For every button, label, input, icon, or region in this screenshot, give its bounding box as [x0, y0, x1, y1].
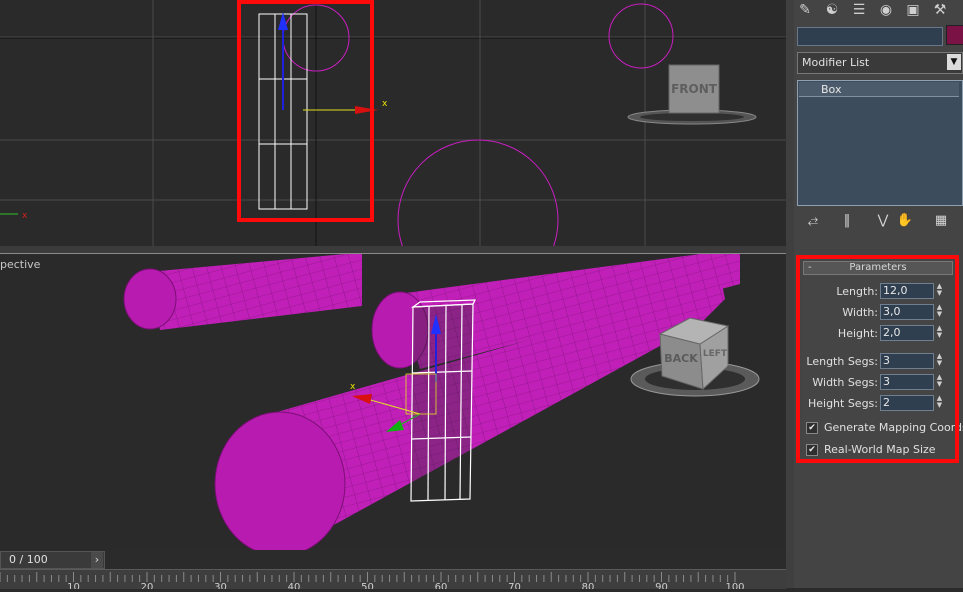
configure-sets-icon[interactable]: ▦	[932, 212, 950, 230]
utilities-icon[interactable]: ⚒	[929, 0, 951, 20]
remove-modifier-icon[interactable]: ✋	[896, 212, 914, 230]
pin-stack-icon[interactable]: ⥄	[804, 212, 822, 230]
display-icon[interactable]: ▣	[902, 0, 924, 20]
hierarchy-icon[interactable]: ☰	[848, 0, 870, 20]
highlight-box-selection	[237, 0, 374, 222]
modifier-list-label: Modifier List	[802, 56, 870, 69]
top-viewport-canvas[interactable]: x FRONT x	[0, 0, 788, 246]
stack-toolbar: ⥄ ‖ ⋁ ✋ ▦	[800, 210, 960, 234]
next-frame-icon[interactable]: ›	[91, 552, 103, 568]
highlight-parameters	[796, 255, 959, 463]
viewport-splitter[interactable]	[0, 246, 788, 253]
viewcube-front-label: FRONT	[671, 82, 718, 96]
object-name-field[interactable]	[797, 27, 943, 46]
timeline-ruler: 10 20 30 40 50 60 70 80 90 100	[0, 572, 745, 592]
stack-item-label: Box	[821, 83, 842, 96]
panel-splitter[interactable]	[786, 0, 794, 588]
gizmo-x-label: x	[382, 99, 388, 109]
create-icon[interactable]: ✎	[794, 0, 816, 20]
stack-item-box[interactable]: Box	[799, 82, 959, 97]
box-wireframe-persp	[410, 299, 476, 502]
modify-icon[interactable]: ☯	[821, 0, 843, 20]
motion-icon[interactable]: ◉	[875, 0, 897, 20]
cylinder-top-outline	[608, 3, 674, 69]
perspective-viewport-label[interactable]: pective	[0, 258, 40, 271]
cylinder-back-left	[123, 254, 362, 330]
show-end-result-icon[interactable]: ‖	[838, 212, 856, 230]
perspective-viewport[interactable]: x BACK LEFT pective	[0, 253, 788, 550]
svg-text:x: x	[22, 211, 28, 221]
cylinder-top-outline	[397, 139, 559, 246]
object-color-swatch[interactable]	[946, 25, 963, 45]
make-unique-icon[interactable]: ⋁	[874, 212, 892, 230]
modifier-stack[interactable]: Box	[797, 80, 963, 206]
viewcube-left-label: LEFT	[703, 349, 728, 359]
timeline-track[interactable]: 10 20 30 40 50 60 70 80 90 100	[0, 569, 786, 592]
modifier-list-dropdown[interactable]: Modifier List ▼	[797, 52, 963, 74]
top-viewport[interactable]: x FRONT x	[0, 0, 788, 246]
frame-counter: 0 / 100	[9, 553, 48, 566]
perspective-viewport-canvas[interactable]: x BACK LEFT	[0, 254, 788, 550]
gizmo-x-label: x	[350, 382, 356, 392]
viewcube-back-label: BACK	[664, 352, 698, 365]
chevron-down-icon[interactable]: ▼	[947, 54, 961, 70]
time-slider[interactable]: 0 / 100 ›	[0, 551, 105, 569]
